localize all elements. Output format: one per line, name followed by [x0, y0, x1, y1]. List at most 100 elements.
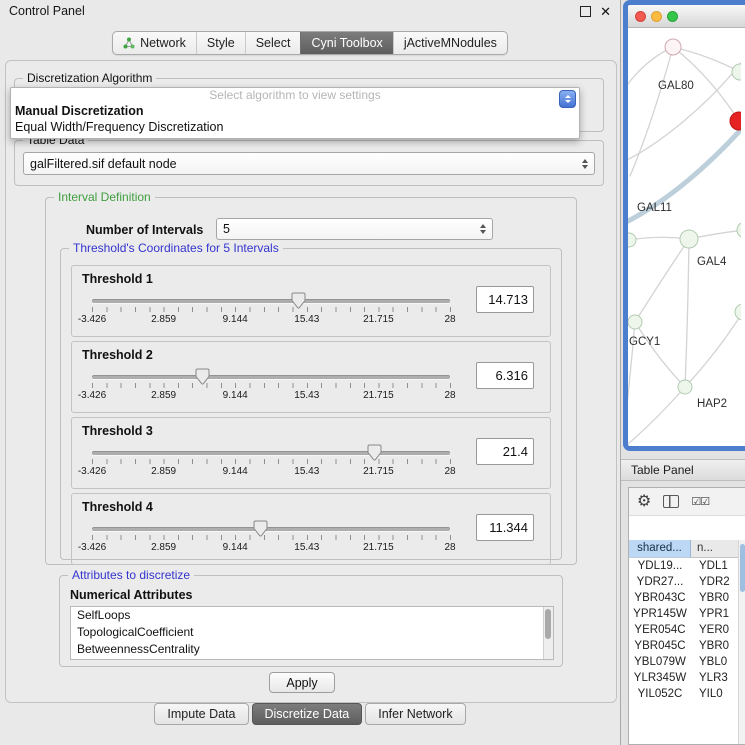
scrollbar[interactable]	[543, 607, 553, 659]
combo-stepper-icon[interactable]	[559, 90, 576, 108]
close-traffic-light-icon[interactable]	[635, 11, 646, 22]
selected-node-red[interactable]	[730, 112, 741, 130]
slider-track[interactable]	[92, 451, 450, 455]
slider-thumb[interactable]	[253, 520, 268, 537]
network-node[interactable]	[628, 233, 636, 247]
slider-thumb[interactable]	[195, 368, 210, 385]
apply-button[interactable]: Apply	[269, 672, 335, 693]
threshold-slider[interactable]: -3.4262.8599.14415.4321.71528	[86, 290, 464, 334]
minimize-traffic-light-icon[interactable]	[651, 11, 662, 22]
dropdown-option-manual-discretization[interactable]: Manual Discretization	[11, 103, 579, 119]
slider-track[interactable]	[92, 375, 450, 379]
network-edge[interactable]	[685, 312, 741, 387]
slider-thumb[interactable]	[367, 444, 382, 461]
cell-shared-name[interactable]: YBL079W	[629, 654, 691, 670]
network-canvas[interactable]: GAL80GAL11GAL4GCY1HAP2	[628, 28, 741, 446]
table-row[interactable]: YIL052CYIL0	[629, 686, 745, 702]
numerical-attributes-list[interactable]: SelfLoopsTopologicalCoefficientBetweenne…	[70, 606, 554, 660]
threshold-value-field[interactable]	[476, 514, 534, 541]
network-node[interactable]	[735, 304, 741, 320]
threshold-slider[interactable]: -3.4262.8599.14415.4321.71528	[86, 366, 464, 410]
network-edge[interactable]	[685, 239, 689, 387]
network-node[interactable]	[732, 64, 741, 80]
table-row[interactable]: YPR145WYPR1	[629, 606, 745, 622]
cell-shared-name[interactable]: YER054C	[629, 622, 691, 638]
slider-track[interactable]	[92, 527, 450, 531]
scale-tick-label: -3.426	[78, 390, 106, 401]
threshold-value-field[interactable]	[476, 438, 534, 465]
cell-name[interactable]: YDR2	[691, 574, 745, 590]
cell-shared-name[interactable]: YDR27...	[629, 574, 691, 590]
table-browser-window: ⚙ ☑☑ shared... n... YDL19...YDL1YDR27...…	[628, 487, 745, 745]
table-row[interactable]: YLR345WYLR3	[629, 670, 745, 686]
slider-thumb[interactable]	[291, 292, 306, 309]
checkbox-icons[interactable]: ☑☑	[691, 495, 709, 508]
attribute-list-item[interactable]: TopologicalCoefficient	[71, 624, 553, 641]
cell-name[interactable]: YPR1	[691, 606, 745, 622]
tab-discretize-data[interactable]: Discretize Data	[252, 703, 363, 725]
cell-shared-name[interactable]: YIL052C	[629, 686, 691, 702]
gear-icon[interactable]: ⚙	[637, 494, 651, 510]
network-node[interactable]	[737, 222, 741, 238]
table-scrollbar-thumb[interactable]	[740, 544, 745, 592]
cell-name[interactable]: YBR0	[691, 638, 745, 654]
cell-name[interactable]: YBR0	[691, 590, 745, 606]
table-row[interactable]: YBR043CYBR0	[629, 590, 745, 606]
node-gal80[interactable]	[665, 39, 681, 55]
threshold-value-field[interactable]	[476, 286, 534, 313]
threshold-slider[interactable]: -3.4262.8599.14415.4321.71528	[86, 442, 464, 486]
threshold-slider[interactable]: -3.4262.8599.14415.4321.71528	[86, 518, 464, 562]
attribute-list-item[interactable]: SelfLoops	[71, 607, 553, 624]
algorithm-combo-row[interactable]: Select algorithm to view settings	[11, 88, 579, 103]
tab-style[interactable]: Style	[196, 32, 245, 54]
table-data-combo[interactable]: galFiltered.sif default node	[23, 152, 595, 175]
tab-select[interactable]: Select	[245, 32, 301, 54]
network-edge[interactable]	[630, 47, 673, 176]
network-edge[interactable]	[628, 387, 685, 444]
cell-name[interactable]: YBL0	[691, 654, 745, 670]
cell-shared-name[interactable]: YBR045C	[629, 638, 691, 654]
panel-title: Control Panel	[9, 4, 85, 18]
cell-name[interactable]: YLR3	[691, 670, 745, 686]
columns-icon[interactable]	[663, 495, 679, 508]
scrollbar-thumb[interactable]	[545, 609, 551, 639]
table-row[interactable]: YBL079WYBL0	[629, 654, 745, 670]
table-row[interactable]: YBR045CYBR0	[629, 638, 745, 654]
cell-shared-name[interactable]: YBR043C	[629, 590, 691, 606]
cell-shared-name[interactable]: YPR145W	[629, 606, 691, 622]
threshold-value-field[interactable]	[476, 362, 534, 389]
table-scrollbar[interactable]	[738, 540, 745, 744]
tab-cyni-toolbox[interactable]: Cyni Toolbox	[300, 32, 392, 54]
column-header-shared-name[interactable]: shared...	[629, 540, 691, 558]
network-icon	[123, 37, 135, 49]
float-window-icon[interactable]	[580, 6, 591, 17]
zoom-traffic-light-icon[interactable]	[667, 11, 678, 22]
attribute-list-item[interactable]: BetweennessCentrality	[71, 641, 553, 658]
cell-name[interactable]: YDL1	[691, 558, 745, 574]
slider-track[interactable]	[92, 299, 450, 303]
thresholds-container: Threshold 1 -3.4262.8599.14415.4321.7152…	[61, 265, 561, 565]
cell-shared-name[interactable]: YDL19...	[629, 558, 691, 574]
table-row[interactable]: YER054CYER0	[629, 622, 745, 638]
tab-jactivemnodules[interactable]: jActiveMNodules	[393, 32, 507, 54]
close-icon[interactable]: ✕	[600, 5, 611, 18]
network-edge[interactable]	[635, 239, 689, 322]
tab-impute-data[interactable]: Impute Data	[154, 703, 248, 725]
cell-name[interactable]: YER0	[691, 622, 745, 638]
node-gal4[interactable]	[680, 230, 698, 248]
tab-label: Cyni Toolbox	[311, 36, 382, 50]
cell-name[interactable]: YIL0	[691, 686, 745, 702]
dropdown-option-equal-width-frequency[interactable]: Equal Width/Frequency Discretization	[11, 119, 579, 135]
node-hap2[interactable]	[678, 380, 692, 394]
table-row[interactable]: YDR27...YDR2	[629, 574, 745, 590]
cell-shared-name[interactable]: YLR345W	[629, 670, 691, 686]
number-of-intervals-combo[interactable]: 5	[216, 218, 493, 240]
table-row[interactable]: YDL19...YDL1	[629, 558, 745, 574]
node-gcy1[interactable]	[628, 315, 642, 329]
column-header-name[interactable]: n...	[691, 540, 745, 558]
tab-network[interactable]: Network	[113, 32, 196, 54]
network-edge[interactable]	[635, 322, 685, 387]
tab-infer-network[interactable]: Infer Network	[365, 703, 465, 725]
tab-label: Discretize Data	[265, 707, 350, 721]
network-edge[interactable]	[673, 47, 740, 72]
